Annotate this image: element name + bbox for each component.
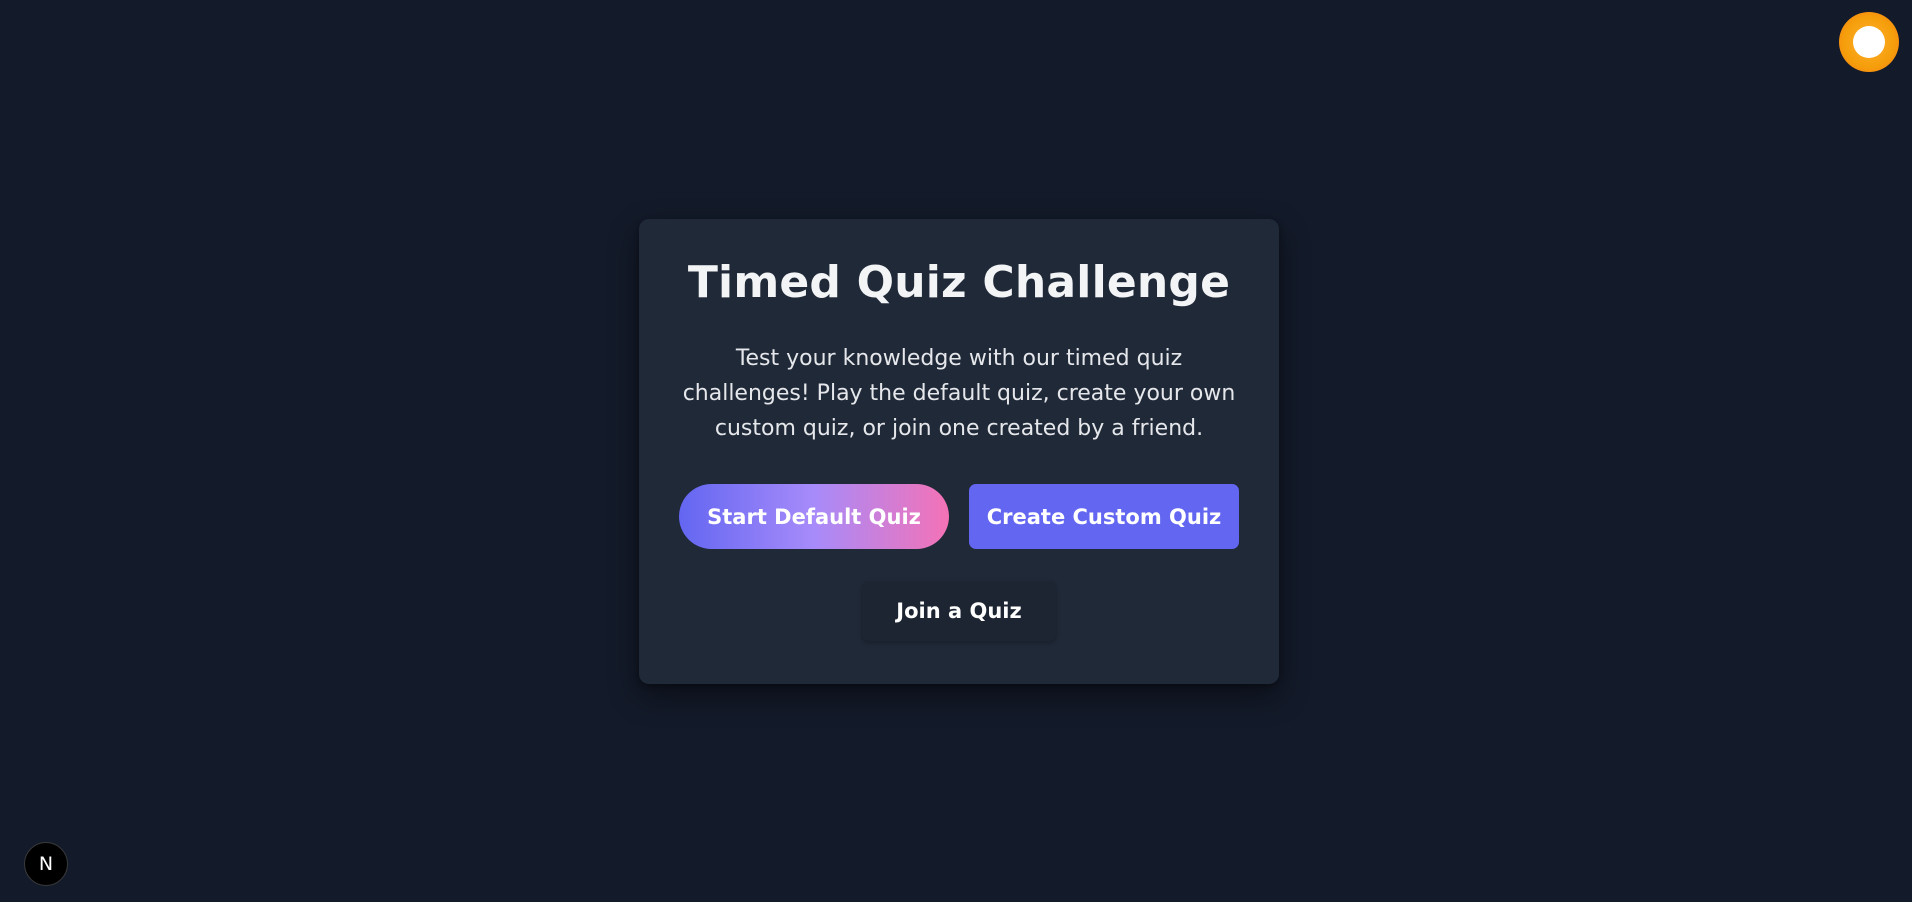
user-avatar-icon[interactable] bbox=[1839, 12, 1899, 72]
page: Timed Quiz Challenge Test your knowledge… bbox=[0, 0, 1912, 902]
quiz-intro-card: Timed Quiz Challenge Test your knowledge… bbox=[639, 219, 1279, 684]
nextjs-logo-icon[interactable]: N bbox=[24, 842, 68, 886]
start-default-quiz-button[interactable]: Start Default Quiz bbox=[679, 484, 949, 549]
avatar-center bbox=[1853, 26, 1885, 58]
page-title: Timed Quiz Challenge bbox=[687, 257, 1231, 308]
intro-description: Test your knowledge with our timed quiz … bbox=[682, 346, 1236, 441]
create-custom-quiz-button[interactable]: Create Custom Quiz bbox=[969, 484, 1239, 549]
join-quiz-button[interactable]: Join a Quiz bbox=[862, 581, 1056, 641]
